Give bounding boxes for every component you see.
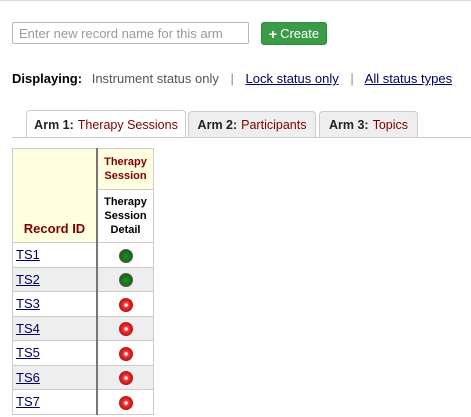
tab-label: Participants: [241, 117, 307, 132]
record-link[interactable]: TS7: [16, 394, 40, 409]
status-cell: [96, 315, 154, 341]
tabs-baseline: [12, 137, 471, 138]
tab-arm-3[interactable]: Arm 3: Topics: [319, 111, 418, 137]
record-id-header: Record ID: [12, 148, 98, 243]
separator: |: [230, 71, 234, 86]
record-id-cell: TS2: [12, 266, 98, 292]
form-header: Therapy Session Detail: [96, 189, 154, 243]
record-link[interactable]: TS4: [16, 321, 40, 336]
status-incomplete-icon[interactable]: [118, 395, 133, 410]
status-cell: [96, 242, 154, 268]
displaying-label: Displaying:: [12, 71, 83, 86]
record-id-cell: TS5: [12, 340, 98, 366]
record-link[interactable]: TS2: [16, 272, 40, 287]
top-divider: [0, 0, 471, 1]
status-incomplete-icon[interactable]: [118, 371, 133, 386]
record-link[interactable]: TS5: [16, 345, 40, 360]
record-id-cell: TS6: [12, 364, 98, 390]
record-link[interactable]: TS1: [16, 247, 40, 262]
status-cell: [96, 291, 154, 317]
status-incomplete-icon[interactable]: [118, 322, 133, 337]
all-status-types-link[interactable]: All status types: [365, 71, 452, 86]
create-button[interactable]: + Create: [261, 22, 327, 45]
separator: |: [350, 71, 354, 86]
status-cell: [96, 266, 154, 292]
current-display-mode: Instrument status only: [91, 71, 219, 86]
record-id-cell: TS1: [12, 242, 98, 268]
create-button-label: Create: [280, 26, 320, 41]
tab-label: Therapy Sessions: [77, 117, 178, 132]
plus-icon: +: [268, 25, 278, 42]
status-complete-icon[interactable]: [118, 273, 133, 288]
tab-label: Topics: [372, 117, 409, 132]
record-link[interactable]: TS3: [16, 296, 40, 311]
status-cell: [96, 340, 154, 366]
tab-number: Arm 2:: [197, 117, 238, 132]
table-row: TS5: [12, 340, 154, 366]
display-filter: Displaying: Instrument status only | Loc…: [12, 71, 452, 86]
status-incomplete-icon[interactable]: [118, 297, 133, 312]
table-row: TS6: [12, 364, 154, 390]
tab-arm-2[interactable]: Arm 2: Participants: [188, 111, 316, 137]
grid-body: TS1 TS2 TS3 TS4 TS5 TS6 TS7: [12, 242, 154, 415]
table-row: TS4: [12, 315, 154, 341]
table-row: TS7: [12, 389, 154, 415]
record-id-cell: TS7: [12, 389, 98, 415]
status-complete-icon[interactable]: [118, 248, 133, 263]
table-row: TS2: [12, 266, 154, 292]
record-link[interactable]: TS6: [16, 370, 40, 385]
tab-number: Arm 3:: [328, 117, 369, 132]
record-id-cell: TS3: [12, 291, 98, 317]
status-cell: [96, 389, 154, 415]
status-cell: [96, 364, 154, 390]
status-incomplete-icon[interactable]: [118, 346, 133, 361]
table-row: TS1: [12, 242, 154, 268]
tab-arm-1[interactable]: Arm 1: Therapy Sessions: [26, 110, 186, 138]
lock-status-link[interactable]: Lock status only: [246, 71, 339, 86]
record-id-cell: TS4: [12, 315, 98, 341]
table-row: TS3: [12, 291, 154, 317]
event-header: Therapy Session: [96, 148, 154, 190]
new-record-input[interactable]: [12, 22, 249, 44]
record-status-grid: Record ID Therapy Session Therapy Sessio…: [12, 148, 154, 415]
tab-number: Arm 1:: [34, 117, 74, 132]
